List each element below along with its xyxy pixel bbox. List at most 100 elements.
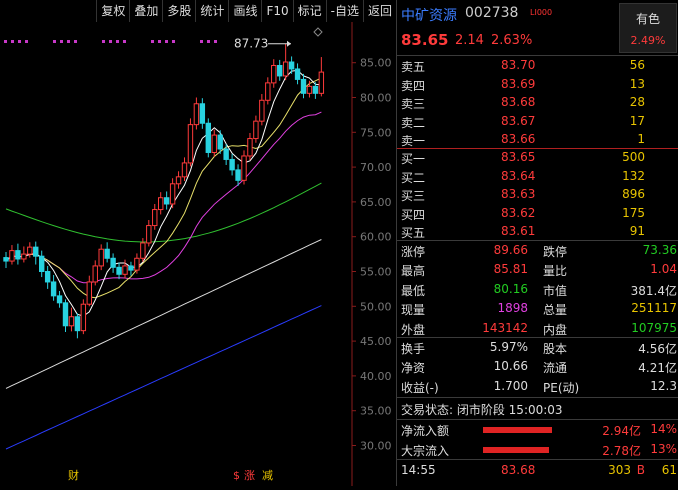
bid-row[interactable]: 买一 83.65 500 — [397, 149, 678, 166]
bid-level-label: 买一 — [401, 152, 426, 166]
candle-body[interactable] — [300, 78, 307, 94]
ask-level-label: 卖一 — [401, 134, 426, 148]
candle-body[interactable] — [205, 122, 212, 153]
event-marker[interactable]: $ — [233, 469, 240, 482]
candle-body[interactable] — [50, 281, 57, 297]
toolbar-button[interactable]: 统计 — [195, 0, 228, 22]
ask-row[interactable]: 卖五 83.70 56 — [397, 57, 678, 74]
candle-body[interactable] — [27, 246, 33, 255]
candle-body[interactable] — [98, 248, 104, 267]
candle-body[interactable] — [318, 71, 325, 94]
candle-body[interactable] — [15, 250, 21, 260]
signal-dot — [25, 40, 28, 43]
ask-row[interactable]: 卖一 83.66 1 — [397, 131, 678, 148]
candle-body[interactable] — [21, 253, 27, 260]
candle-body[interactable] — [122, 265, 128, 275]
candle-body[interactable] — [110, 257, 116, 268]
toolbar-button[interactable]: -自选 — [325, 0, 363, 22]
candle-body[interactable] — [86, 281, 92, 305]
candle-body[interactable] — [312, 85, 319, 94]
candle-body[interactable] — [128, 265, 134, 271]
bid-level-label: 买三 — [401, 189, 426, 203]
candle-body[interactable] — [163, 197, 170, 205]
toolbar-button[interactable]: 叠加 — [129, 0, 162, 22]
signal-dot — [4, 40, 7, 43]
stat-label: 内盘 — [543, 322, 568, 337]
candle-body[interactable] — [294, 68, 301, 80]
ask-price: 83.67 — [501, 113, 536, 128]
event-marker[interactable]: 涨 — [244, 469, 255, 482]
candle-body[interactable] — [74, 316, 81, 332]
toolbar-button[interactable]: 复权 — [96, 0, 129, 22]
bid-row[interactable]: 买三 83.63 896 — [397, 186, 678, 203]
candle-body[interactable] — [146, 225, 152, 244]
toolbar-button[interactable]: F10 — [261, 0, 292, 22]
candle-body[interactable] — [158, 197, 164, 211]
tick-volume: 303 — [608, 463, 631, 477]
candle-body[interactable] — [92, 265, 98, 283]
candle-body[interactable] — [116, 266, 122, 275]
candle-body[interactable] — [56, 295, 63, 304]
candle-body[interactable] — [104, 248, 110, 259]
bid-level-label: 买四 — [401, 207, 426, 222]
candle-body[interactable] — [247, 138, 253, 157]
candle-body[interactable] — [288, 61, 295, 70]
sector-button[interactable]: 有色 2.49% — [619, 3, 677, 53]
bid-row[interactable]: 买二 83.64 132 — [397, 168, 678, 185]
candle-body[interactable] — [39, 255, 45, 272]
candle-body[interactable] — [169, 183, 176, 205]
event-marker[interactable]: 财 — [68, 468, 79, 482]
candle-body[interactable] — [68, 316, 75, 327]
candle-body[interactable] — [33, 246, 39, 257]
candle-body[interactable] — [193, 103, 200, 126]
candle-body[interactable] — [181, 162, 188, 178]
ask-volume: 1 — [637, 132, 645, 146]
stat-value: 73.36 — [642, 243, 677, 257]
candle-body[interactable] — [306, 85, 313, 94]
candle-body[interactable] — [211, 134, 217, 153]
candle-body[interactable] — [134, 257, 140, 271]
candle-body[interactable] — [187, 124, 194, 164]
diamond-icon[interactable] — [313, 27, 323, 37]
stat-row: 净资 10.66 流通 4.21亿 — [397, 357, 678, 376]
candle-body[interactable] — [235, 169, 241, 181]
candle-body[interactable] — [223, 148, 229, 160]
candle-body[interactable] — [62, 302, 69, 327]
bid-price: 83.61 — [501, 224, 536, 238]
signal-dot — [151, 40, 154, 43]
stat-row: 收益(-) 1.700 PE(动) 12.3 — [397, 377, 678, 396]
candle-body[interactable] — [175, 176, 182, 185]
toolbar-button[interactable]: 画线 — [228, 0, 261, 22]
ask-row[interactable]: 卖三 83.68 28 — [397, 94, 678, 111]
candle-body[interactable] — [277, 64, 283, 77]
candle-body[interactable] — [217, 134, 223, 150]
candle-body[interactable] — [9, 250, 15, 262]
stock-name[interactable]: 中矿资源 — [401, 5, 457, 25]
candle-body[interactable] — [80, 303, 87, 332]
ask-price: 83.68 — [501, 95, 536, 109]
candle-body[interactable] — [229, 158, 235, 171]
candle-body[interactable] — [199, 103, 206, 124]
ask-row[interactable]: 卖四 83.69 13 — [397, 76, 678, 93]
ask-row[interactable]: 卖二 83.67 17 — [397, 113, 678, 130]
candle-body[interactable] — [140, 242, 146, 259]
candle-body[interactable] — [253, 120, 259, 140]
bid-row[interactable]: 买五 83.61 91 — [397, 223, 678, 240]
bid-row[interactable]: 买四 83.62 175 — [397, 205, 678, 222]
toolbar-button[interactable]: 标记 — [292, 0, 326, 22]
event-marker[interactable]: 减 — [262, 469, 273, 482]
candle-body[interactable] — [282, 61, 289, 77]
candle-body[interactable] — [3, 257, 9, 262]
candle-body[interactable] — [259, 99, 265, 122]
candle-body[interactable] — [265, 82, 271, 101]
candle-body[interactable] — [241, 155, 247, 181]
candle-body[interactable] — [44, 271, 51, 283]
candle-body[interactable] — [271, 64, 277, 84]
kline-svg[interactable]: 85.00 80.00 75.00 70.00 65.00 60.00 55.00 50.00… — [0, 0, 396, 486]
candle-body[interactable] — [152, 209, 158, 227]
kline-chart[interactable]: 85.00 80.00 75.00 70.00 65.00 60.00 55.00 50.00… — [0, 0, 396, 486]
toolbar-button[interactable]: 多股 — [162, 0, 195, 22]
flow-pct: 13% — [650, 441, 677, 456]
toolbar-button[interactable]: 返回 — [362, 0, 396, 22]
ask-volume: 28 — [629, 95, 645, 109]
